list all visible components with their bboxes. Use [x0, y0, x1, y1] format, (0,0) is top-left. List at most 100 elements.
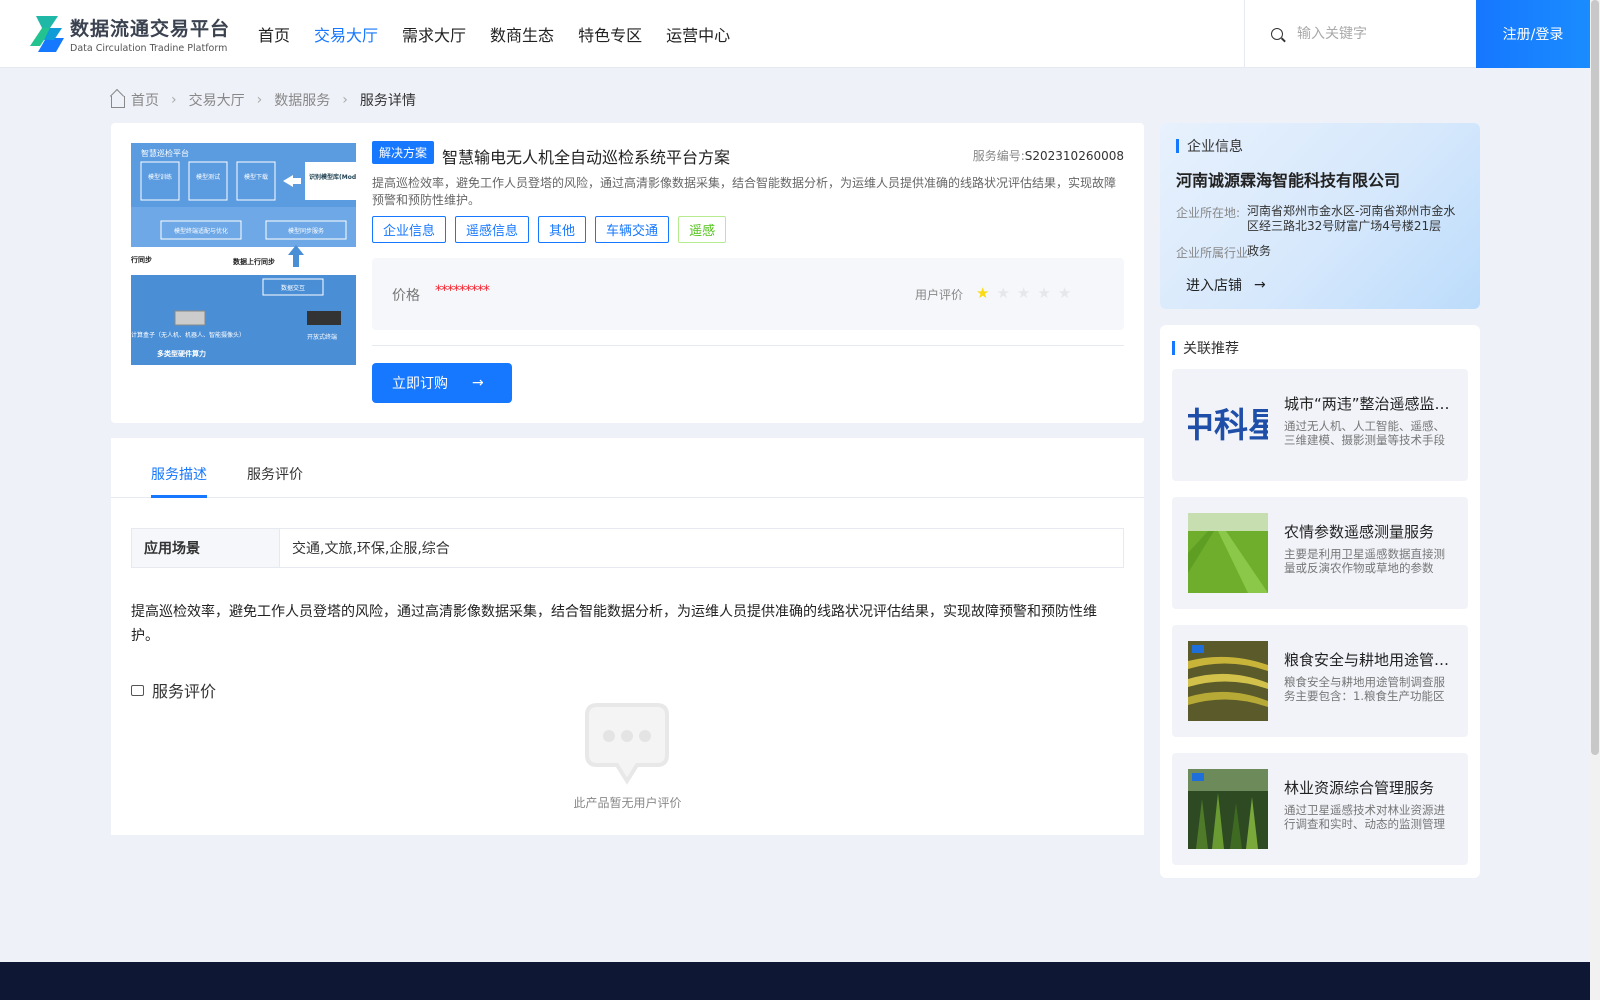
recommend-title: 林业资源综合管理服务	[1284, 779, 1435, 797]
home-icon	[111, 95, 125, 108]
tag-item[interactable]: 企业信息	[372, 216, 447, 243]
type-tag: 解决方案	[372, 141, 435, 164]
company-name[interactable]: 河南诚源霖海智能科技有限公司	[1176, 167, 1400, 191]
img-hw: 多类型硬件算力	[157, 349, 206, 358]
chevron-right-icon: ›	[342, 92, 348, 108]
nav-featured[interactable]: 特色专区	[578, 22, 642, 46]
enter-shop-button[interactable]: 进入店铺 →	[1186, 275, 1266, 295]
product-image: 智慧巡检平台 模型训练 模型测试 模型下载 识别模型库(ModelStor 模型…	[131, 143, 356, 365]
active-tab-indicator	[151, 495, 207, 498]
tab-bar: 服务描述 服务评价	[111, 438, 1144, 498]
tag-list: 企业信息 遥感信息 其他 车辆交通 遥感	[372, 216, 735, 243]
nav-trading-hall[interactable]: 交易大厅	[314, 22, 378, 46]
arrow-right-icon: →	[472, 375, 484, 391]
search-input[interactable]	[1297, 26, 1457, 42]
scrollbar-thumb[interactable]	[1591, 0, 1599, 755]
logo-title: 数据流通交易平台	[70, 18, 231, 40]
product-card: 智慧巡检平台 模型训练 模型测试 模型下载 识别模型库(ModelStor 模型…	[111, 123, 1144, 423]
breadcrumb-home[interactable]: 首页	[131, 90, 159, 110]
empty-comment-icon	[585, 703, 669, 785]
nav-demand-hall[interactable]: 需求大厅	[402, 22, 466, 46]
company-section-title: 企业信息	[1176, 136, 1243, 156]
recommend-desc: 通过卫星遥感技术对林业资源进行调查和实时、动态的监测管理	[1284, 803, 1445, 831]
page-footer	[0, 962, 1590, 1000]
page-scrollbar[interactable]	[1590, 0, 1600, 1000]
breadcrumb-data-service[interactable]: 数据服务	[274, 90, 330, 110]
breadcrumb-trading-hall[interactable]: 交易大厅	[189, 90, 245, 110]
search-icon[interactable]	[1271, 28, 1283, 40]
tag-item[interactable]: 遥感信息	[455, 216, 530, 243]
img-row-sync: 行同步	[131, 255, 152, 264]
img-m3: 模型下载	[244, 173, 268, 181]
industry-value: 政务	[1247, 244, 1272, 258]
tag-item[interactable]: 其他	[538, 216, 587, 243]
breadcrumb: 首页 › 交易大厅 › 数据服务 › 服务详情	[111, 90, 416, 110]
img-data-exchange: 数据交互	[281, 284, 305, 292]
address-label: 企业所在地:	[1176, 206, 1241, 220]
order-now-label: 立即订购	[392, 376, 448, 392]
login-register-button[interactable]: 注册/登录	[1476, 0, 1590, 68]
nav-ecosystem[interactable]: 数商生态	[490, 22, 554, 46]
nav-operation-center[interactable]: 运营中心	[666, 22, 730, 46]
star-icon: ★	[996, 284, 1010, 302]
svg-text:中科星: 中科星	[1188, 406, 1268, 446]
industry-label: 企业所属行业:	[1176, 246, 1253, 260]
recommend-thumbnail: 中科星	[1188, 385, 1268, 465]
tag-item[interactable]: 车辆交通	[595, 216, 670, 243]
product-description: 提高巡检效率，避免工作人员登塔的风险，通过高清影像数据采集，结合智能数据分析，为…	[372, 176, 1117, 207]
recommend-title: 粮食安全与耕地用途管制调查服务	[1284, 651, 1454, 669]
divider	[372, 345, 1124, 346]
recommend-title: 农情参数遥感测量服务	[1284, 523, 1435, 541]
tab-service-review[interactable]: 服务评价	[247, 464, 303, 484]
recommend-desc: 通过无人机、人工智能、遥感、三维建模、摄影测量等技术手段	[1284, 419, 1445, 447]
arrow-right-icon: →	[1254, 277, 1266, 293]
recommend-desc: 主要是利用卫星遥感数据直接测量或反演农作物或草地的参数	[1284, 547, 1445, 575]
recommend-desc: 粮食安全与耕地用途管制调查服务主要包含：1.粮食生产功能区	[1284, 675, 1445, 703]
breadcrumb-current: 服务详情	[359, 93, 416, 109]
recommend-panel: 关联推荐 中科星 城市“两违”整治遥感监测服务 通过无人机、人工智能、遥感、三维…	[1160, 325, 1480, 878]
recommend-title: 城市“两违”整治遥感监测服务	[1284, 395, 1454, 413]
star-icon: ★	[976, 284, 990, 302]
service-number: 服务编号:S202310260008	[972, 149, 1124, 163]
star-icon: ★	[1016, 284, 1031, 302]
logo-icon	[28, 14, 66, 54]
main-nav: 首页 交易大厅 需求大厅 数商生态 特色专区 运营中心	[258, 22, 754, 46]
recommend-item[interactable]: 农情参数遥感测量服务 主要是利用卫星遥感数据直接测量或反演农作物或草地的参数	[1172, 497, 1468, 609]
star-icon: ★	[1057, 284, 1072, 302]
price-label: 价格	[392, 288, 420, 304]
recommend-thumbnail	[1188, 513, 1268, 593]
tag-item[interactable]: 遥感	[678, 216, 727, 243]
recommend-item[interactable]: 粮食安全与耕地用途管制调查服务 粮食安全与耕地用途管制调查服务主要包含：1.粮食…	[1172, 625, 1468, 737]
logo-subtitle: Data Circulation Tradine Platform	[70, 43, 228, 54]
img-terminal: 开放式终端	[307, 333, 337, 341]
full-description: 提高巡检效率，避免工作人员登塔的风险，通过高清影像数据采集，结合智能数据分析，为…	[131, 604, 1097, 644]
recommend-thumbnail	[1188, 769, 1268, 849]
scene-key: 应用场景	[132, 529, 280, 567]
nav-home[interactable]: 首页	[258, 22, 290, 46]
recommend-section-title: 关联推荐	[1172, 338, 1239, 358]
address-value: 河南省郑州市金水区-河南省郑州市金水区经三路北32号财富广场4号楼21层2102	[1247, 204, 1456, 233]
star-rating: ★ ★ ★ ★ ★	[976, 284, 1078, 302]
search-box	[1244, 0, 1476, 68]
company-info-card: 企业信息 河南诚源霖海智能科技有限公司 企业所在地: 河南省郑州市金水区-河南省…	[1160, 123, 1480, 309]
recommend-item[interactable]: 林业资源综合管理服务 通过卫星遥感技术对林业资源进行调查和实时、动态的监测管理	[1172, 753, 1468, 865]
recommend-item[interactable]: 中科星 城市“两违”整治遥感监测服务 通过无人机、人工智能、遥感、三维建模、摄影…	[1172, 369, 1468, 481]
scene-value: 交通,文旅,环保,企服,综合	[292, 541, 450, 557]
detail-panel: 服务描述 服务评价 应用场景 交通,文旅,环保,企服,综合 提高巡检效率，避免工…	[111, 438, 1144, 835]
order-now-button[interactable]: 立即订购 →	[372, 363, 512, 403]
tab-service-description[interactable]: 服务描述	[151, 464, 207, 484]
price-box: 价格 ********* 用户评价 ★ ★ ★ ★ ★	[372, 258, 1124, 330]
review-section-title: 服务评价	[131, 678, 216, 702]
img-box-label: 计算盒子（无人机、机器人、智能摄像头）	[131, 331, 245, 339]
rating-label: 用户评价	[915, 288, 964, 302]
chevron-right-icon: ›	[171, 92, 177, 108]
product-title: 智慧输电无人机全自动巡检系统平台方案	[442, 148, 731, 167]
empty-review-text: 此产品暂无用户评价	[573, 796, 682, 810]
img-platform-text: 智慧巡检平台	[141, 148, 189, 158]
img-sync: 模型同步服务	[288, 227, 324, 235]
platform-logo[interactable]: 数据流通交易平台 Data Circulation Tradine Platfo…	[28, 14, 230, 54]
img-up-sync: 数据上行同步	[233, 257, 275, 266]
application-scene-table: 应用场景 交通,文旅,环保,企服,综合	[131, 528, 1124, 568]
img-m4: 识别模型库(ModelStor	[309, 173, 356, 181]
chevron-right-icon: ›	[256, 92, 263, 108]
